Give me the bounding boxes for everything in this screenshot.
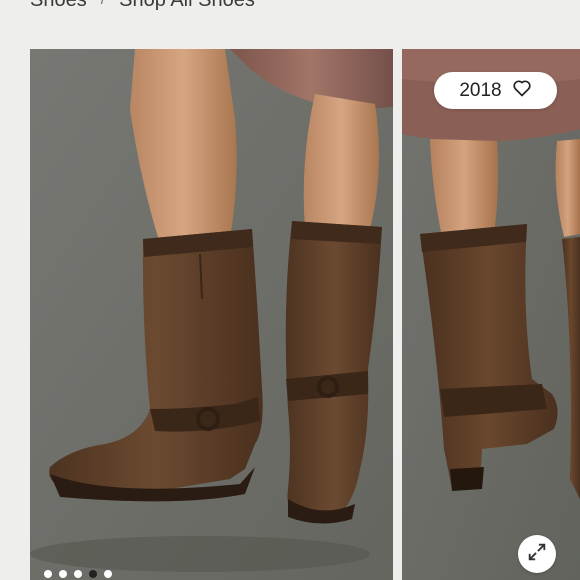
carousel-pagination <box>44 570 112 578</box>
favorite-count: 2018 <box>459 79 502 101</box>
carousel-dot-4[interactable] <box>89 570 97 578</box>
product-photo-boots-side <box>402 49 580 580</box>
carousel-dot-2[interactable] <box>59 570 67 578</box>
carousel-dot-3[interactable] <box>74 570 82 578</box>
expand-image-button[interactable] <box>518 535 556 573</box>
product-image-slide-2[interactable] <box>402 49 580 580</box>
product-photo-boots-front <box>30 49 393 580</box>
product-image-gallery[interactable] <box>30 49 580 580</box>
breadcrumb-link-shoes[interactable]: Shoes <box>30 0 87 12</box>
carousel-dot-5[interactable] <box>104 570 112 578</box>
product-image-slide-1[interactable] <box>30 49 393 580</box>
favorite-button[interactable]: 2018 <box>434 72 557 109</box>
breadcrumb-link-shop-all-shoes[interactable]: Shop All Shoes <box>119 0 255 12</box>
heart-outline-icon <box>512 78 532 104</box>
breadcrumb-separator: / <box>101 0 105 9</box>
expand-arrows-icon <box>526 541 548 568</box>
carousel-dot-1[interactable] <box>44 570 52 578</box>
breadcrumb: Shoes / Shop All Shoes <box>30 0 255 12</box>
